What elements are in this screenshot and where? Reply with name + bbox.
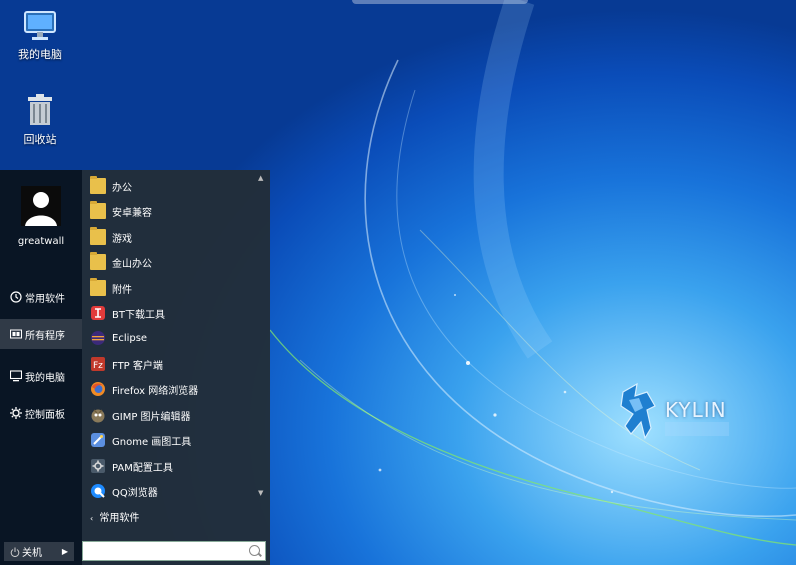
qq-browser-icon: [91, 484, 105, 498]
power-icon: [10, 547, 20, 557]
program-label: Gnome 画图工具: [112, 436, 192, 448]
program-item[interactable]: 游戏: [90, 226, 260, 248]
sidebar-item-label: 控制面板: [25, 409, 65, 421]
desktop-icon-label: 回收站: [23, 133, 57, 146]
clock-icon: [10, 291, 22, 303]
folder-icon: [90, 227, 106, 245]
apps-icon: [10, 329, 22, 339]
sidebar-item-label: 常用软件: [25, 293, 65, 305]
trash-icon: [28, 94, 52, 125]
search-input[interactable]: [86, 544, 248, 560]
folder-icon: [90, 252, 106, 270]
eclipse-icon: [91, 331, 105, 345]
sidebar-item-control-panel[interactable]: 控制面板: [0, 398, 82, 428]
desktop-icon-label: 我的电脑: [18, 48, 62, 61]
program-item[interactable]: 办公: [90, 175, 260, 197]
program-item[interactable]: 安卓兼容: [90, 200, 260, 222]
pam-icon: [91, 459, 105, 473]
program-label: 游戏: [112, 233, 132, 245]
sidebar-item-label: 所有程序: [25, 330, 65, 342]
bt-icon: [91, 306, 105, 320]
shutdown-label: 关机: [22, 548, 42, 559]
program-label: Firefox 网络浏览器: [112, 385, 199, 397]
program-item[interactable]: 附件: [90, 277, 260, 299]
program-label: 金山办公: [112, 258, 152, 270]
folder-icon: [90, 201, 106, 219]
computer-icon: [10, 370, 22, 382]
firefox-icon: [91, 382, 105, 396]
program-item[interactable]: Firefox 网络浏览器: [90, 378, 260, 400]
program-item[interactable]: Gnome 画图工具: [90, 429, 260, 451]
back-to-common-software[interactable]: ‹ 常用软件: [90, 509, 139, 524]
kylin-wordmark: KYLIN: [665, 398, 727, 422]
gimp-icon: [91, 409, 105, 423]
chevron-right-icon[interactable]: ▶: [62, 547, 68, 556]
kylin-subtitle-logo: [665, 422, 729, 436]
program-item[interactable]: PAM配置工具: [90, 455, 260, 477]
program-item[interactable]: Fz FTP 客户端: [90, 353, 260, 375]
sidebar-item-label: 我的电脑: [25, 372, 65, 384]
monitor-icon: [24, 11, 56, 40]
search-field[interactable]: [82, 541, 266, 561]
sidebar-item-all-programs[interactable]: 所有程序: [0, 319, 82, 349]
user-avatar[interactable]: [21, 186, 61, 226]
program-label: Eclipse: [112, 332, 148, 344]
svg-text:Fz: Fz: [93, 361, 103, 371]
program-label: GIMP 图片编辑器: [112, 411, 191, 423]
program-label: BT下载工具: [112, 309, 165, 321]
program-item[interactable]: QQ浏览器: [90, 480, 260, 502]
shutdown-button[interactable]: 关机 ▶: [4, 542, 74, 561]
program-item[interactable]: 金山办公: [90, 251, 260, 273]
sidebar-item-my-computer[interactable]: 我的电脑: [0, 361, 82, 391]
program-item[interactable]: Eclipse: [90, 327, 260, 349]
folder-icon: [90, 278, 106, 296]
program-label: PAM配置工具: [112, 462, 173, 474]
avatar-icon: [25, 192, 57, 226]
kylin-brand: KYLIN: [617, 382, 737, 442]
desktop-icon-computer[interactable]: 我的电脑: [5, 10, 75, 62]
user-name: greatwall: [17, 236, 65, 247]
back-label: 常用软件: [99, 513, 140, 524]
program-label: 安卓兼容: [112, 207, 152, 219]
sidebar-item-common-software[interactable]: 常用软件: [0, 282, 82, 312]
program-item[interactable]: BT下载工具: [90, 302, 260, 324]
kylin-logo: [620, 382, 656, 440]
program-label: 附件: [112, 284, 132, 296]
folder-icon: [90, 176, 106, 194]
program-item[interactable]: GIMP 图片编辑器: [90, 404, 260, 426]
desktop-icon-trash[interactable]: 回收站: [5, 93, 75, 147]
program-label: FTP 客户端: [112, 360, 163, 372]
search-icon[interactable]: [249, 545, 260, 556]
program-label: QQ浏览器: [112, 487, 158, 499]
program-label: 办公: [112, 182, 132, 194]
paint-icon: [91, 433, 105, 447]
scroll-down-icon[interactable]: ▼: [258, 489, 263, 497]
filezilla-icon: Fz: [91, 357, 105, 371]
gear-icon: [10, 407, 22, 419]
chevron-left-icon: ‹: [90, 514, 94, 523]
